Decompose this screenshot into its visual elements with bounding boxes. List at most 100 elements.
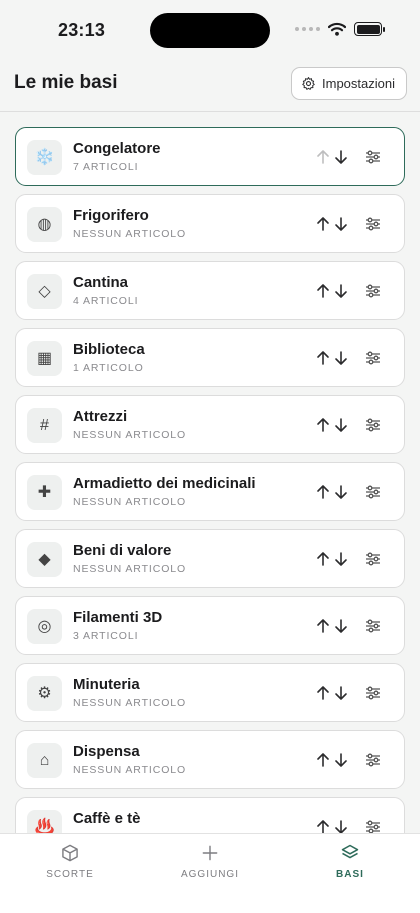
base-actions bbox=[314, 751, 382, 769]
base-card[interactable]: ▦ Biblioteca 1 ARTICOLO bbox=[15, 328, 405, 387]
move-down-icon[interactable] bbox=[332, 684, 350, 702]
move-up-icon[interactable] bbox=[314, 349, 332, 367]
base-name: Congelatore bbox=[73, 140, 161, 157]
box-icon bbox=[62, 844, 78, 862]
base-name: Frigorifero bbox=[73, 207, 149, 224]
status-bar: 23:13 bbox=[0, 0, 420, 60]
tab-scorte[interactable]: SCORTE bbox=[0, 843, 140, 880]
move-up-icon[interactable] bbox=[314, 282, 332, 300]
sliders-icon[interactable] bbox=[364, 416, 382, 434]
base-name: Armadietto dei medicinali bbox=[73, 475, 256, 492]
sliders-icon[interactable] bbox=[364, 751, 382, 769]
base-actions bbox=[314, 684, 382, 702]
base-actions bbox=[314, 148, 382, 166]
plus-icon bbox=[202, 845, 218, 861]
move-down-icon[interactable] bbox=[332, 550, 350, 568]
status-time: 23:13 bbox=[58, 20, 106, 40]
snowflake-icon: ❄️ bbox=[27, 140, 62, 175]
hot-springs-icon: ♨️ bbox=[27, 810, 62, 833]
base-item-count: 1 ARTICOLO bbox=[73, 362, 144, 374]
wifi-icon bbox=[328, 22, 346, 36]
gear-icon: ⚙ bbox=[27, 676, 62, 711]
fridge-icon: ◍ bbox=[27, 207, 62, 242]
sliders-icon[interactable] bbox=[364, 349, 382, 367]
base-name: Dispensa bbox=[73, 743, 140, 760]
tab-basi[interactable]: BASI bbox=[280, 843, 420, 880]
move-up-icon[interactable] bbox=[314, 215, 332, 233]
base-item-count: NESSUN ARTICOLO bbox=[73, 228, 187, 240]
base-card[interactable]: ◍ Frigorifero NESSUN ARTICOLO bbox=[15, 194, 405, 253]
base-card[interactable]: ♨️Caffè e tèNESSUN ARTICOLO bbox=[15, 797, 405, 833]
move-up-icon[interactable] bbox=[314, 617, 332, 635]
move-up-icon[interactable] bbox=[314, 684, 332, 702]
page-title: Le mie basi bbox=[14, 72, 118, 93]
move-down-icon[interactable] bbox=[332, 349, 350, 367]
settings-button-label: Impostazioni bbox=[322, 76, 395, 91]
move-up-icon[interactable] bbox=[314, 416, 332, 434]
header: Le mie basi Impostazioni bbox=[0, 60, 420, 112]
base-name: Cantina bbox=[73, 274, 129, 291]
move-down-icon[interactable] bbox=[332, 148, 350, 166]
base-actions bbox=[314, 818, 382, 833]
sliders-icon[interactable] bbox=[364, 684, 382, 702]
base-card[interactable]: ◆ Beni di valore NESSUN ARTICOLO bbox=[15, 529, 405, 588]
base-name: Caffè e tè bbox=[73, 810, 141, 827]
base-item-count: NESSUN ARTICOLO bbox=[73, 429, 187, 441]
move-down-icon[interactable] bbox=[332, 215, 350, 233]
base-actions bbox=[314, 550, 382, 568]
base-card[interactable]: ⌂ Dispensa NESSUN ARTICOLO bbox=[15, 730, 405, 789]
base-card[interactable]: ✚ Armadietto dei medicinali NESSUN ARTICOL… bbox=[15, 462, 405, 521]
square-icon: ▦ bbox=[27, 341, 62, 376]
tab-label: BASI bbox=[336, 869, 364, 880]
base-name: Beni di valore bbox=[73, 542, 172, 559]
sliders-icon[interactable] bbox=[364, 483, 382, 501]
tab-label: SCORTE bbox=[46, 869, 94, 880]
move-down-icon[interactable] bbox=[332, 483, 350, 501]
dynamic-island bbox=[150, 13, 270, 48]
sliders-icon[interactable] bbox=[364, 818, 382, 833]
base-card[interactable]: # Attrezzi NESSUN ARTICOLO bbox=[15, 395, 405, 454]
status-icons bbox=[295, 22, 385, 36]
base-actions bbox=[314, 483, 382, 501]
cross-icon: ✚ bbox=[27, 475, 62, 510]
base-card[interactable]: ⚙ Minuteria NESSUN ARTICOLO bbox=[15, 663, 405, 722]
move-up-icon[interactable] bbox=[314, 483, 332, 501]
base-item-count: 4 ARTICOLI bbox=[73, 295, 139, 307]
base-name: Biblioteca bbox=[73, 341, 145, 358]
settings-button[interactable]: Impostazioni bbox=[291, 67, 407, 100]
base-item-count: NESSUN ARTICOLO bbox=[73, 764, 187, 776]
diamond-outline-icon: ◇ bbox=[27, 274, 62, 309]
move-down-icon[interactable] bbox=[332, 818, 350, 833]
base-actions bbox=[314, 215, 382, 233]
move-up-icon[interactable] bbox=[314, 818, 332, 833]
tab-label: AGGIUNGI bbox=[180, 869, 239, 880]
move-down-icon[interactable] bbox=[332, 617, 350, 635]
move-up-icon[interactable] bbox=[314, 550, 332, 568]
sliders-icon[interactable] bbox=[364, 282, 382, 300]
hash-icon: # bbox=[27, 408, 62, 443]
base-item-count: NESSUN ARTICOLO bbox=[73, 563, 187, 575]
base-item-count: NESSUN ARTICOLO bbox=[73, 697, 187, 709]
base-name: Minuteria bbox=[73, 676, 140, 693]
move-down-icon[interactable] bbox=[332, 751, 350, 769]
base-card[interactable]: ❄️ Congelatore 7 ARTICOLI bbox=[15, 127, 405, 186]
base-item-count: 7 ARTICOLI bbox=[73, 161, 139, 173]
base-card[interactable]: ◎ Filamenti 3D 3 ARTICOLI bbox=[15, 596, 405, 655]
gear-icon bbox=[302, 77, 315, 90]
base-actions bbox=[314, 282, 382, 300]
move-up-icon[interactable] bbox=[314, 751, 332, 769]
move-down-icon[interactable] bbox=[332, 282, 350, 300]
layers-icon bbox=[341, 844, 359, 859]
base-actions bbox=[314, 416, 382, 434]
move-down-icon[interactable] bbox=[332, 416, 350, 434]
tab-aggiungi[interactable]: AGGIUNGI bbox=[140, 843, 280, 880]
sliders-icon[interactable] bbox=[364, 148, 382, 166]
sliders-icon[interactable] bbox=[364, 215, 382, 233]
sliders-icon[interactable] bbox=[364, 550, 382, 568]
base-card[interactable]: ◇ Cantina 4 ARTICOLI bbox=[15, 261, 405, 320]
sliders-icon[interactable] bbox=[364, 617, 382, 635]
base-name: Filamenti 3D bbox=[73, 609, 163, 626]
base-item-count: NESSUN ARTICOLO bbox=[73, 496, 187, 508]
base-item-count: 3 ARTICOLI bbox=[73, 630, 139, 642]
move-up-icon[interactable] bbox=[314, 148, 332, 166]
